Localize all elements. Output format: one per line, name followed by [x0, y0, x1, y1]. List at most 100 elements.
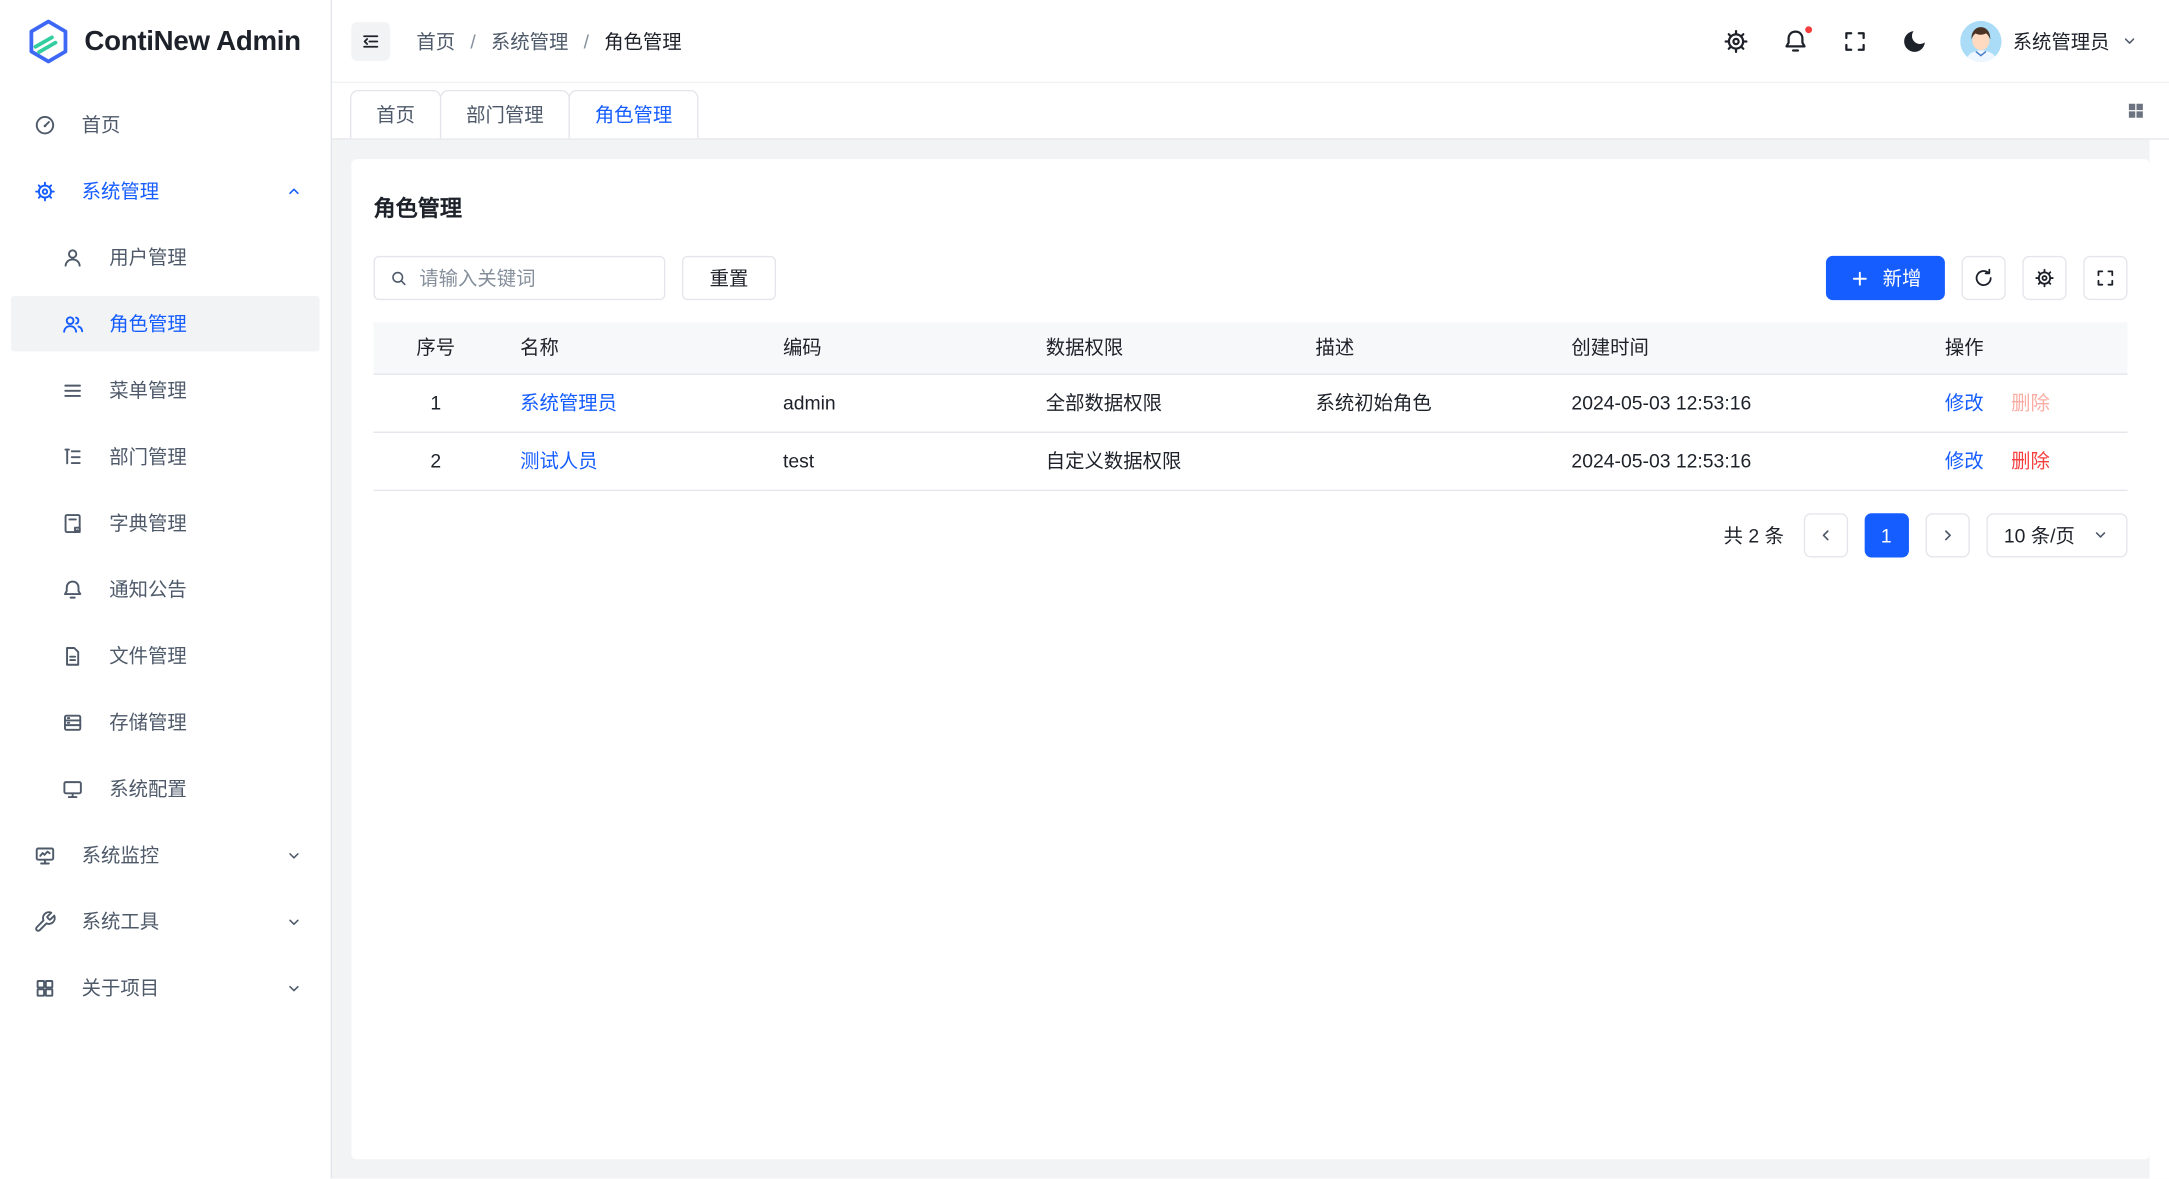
gear-icon	[1722, 27, 1750, 55]
tab-actions-button[interactable]	[2114, 83, 2158, 138]
gear-icon	[2033, 267, 2055, 289]
sidebar-item-label: 首页	[82, 111, 121, 139]
sidebar-item-menu-management[interactable]: 菜单管理	[11, 362, 319, 417]
reset-button[interactable]: 重置	[682, 256, 776, 300]
screen: ContiNew Admin 首页 系统管理 用户管理 角色管理	[0, 0, 2169, 1179]
table-row: 1 系统管理员 admin 全部数据权限 系统初始角色 2024-05-03 1…	[373, 373, 2127, 431]
prev-page-button[interactable]	[1803, 513, 1847, 557]
scrollbar-track[interactable]	[2150, 140, 2169, 1179]
app-window: ContiNew Admin 首页 系统管理 用户管理 角色管理	[0, 0, 2169, 1179]
sidebar-item-role-management[interactable]: 角色管理	[11, 296, 319, 351]
breadcrumb-home[interactable]: 首页	[416, 27, 455, 55]
tab-label: 角色管理	[595, 101, 672, 129]
delete-link-disabled: 删除	[2011, 391, 2050, 413]
chevron-down-icon	[285, 912, 303, 930]
add-button[interactable]: 新增	[1826, 256, 1945, 300]
menu-fold-icon	[360, 30, 382, 52]
breadcrumb: 首页 / 系统管理 / 角色管理	[416, 27, 681, 55]
settings-button[interactable]	[1722, 27, 1750, 55]
sidebar-item-about-project[interactable]: 关于项目	[11, 960, 319, 1015]
tab-dept-management[interactable]: 部门管理	[440, 90, 570, 138]
column-header-index: 序号	[373, 322, 497, 373]
user-icon	[61, 246, 85, 270]
tab-label: 部门管理	[466, 101, 543, 129]
wrench-icon	[33, 910, 57, 934]
breadcrumb-separator: /	[470, 30, 475, 52]
keyword-search	[373, 256, 665, 300]
column-header-actions: 操作	[1923, 322, 2128, 373]
next-page-button[interactable]	[1925, 513, 1969, 557]
edit-link[interactable]: 修改	[1945, 391, 1984, 413]
sidebar-item-user-management[interactable]: 用户管理	[11, 230, 319, 285]
sidebar-item-label: 通知公告	[109, 575, 186, 603]
sidebar-item-home[interactable]: 首页	[11, 97, 319, 152]
grid-icon	[33, 976, 57, 1000]
role-name-link[interactable]: 系统管理员	[520, 391, 617, 413]
tab-role-management[interactable]: 角色管理	[569, 90, 699, 138]
page-size-value: 10 条/页	[2004, 521, 2075, 549]
sidebar-item-label: 存储管理	[109, 708, 186, 736]
chevron-down-icon	[285, 979, 303, 997]
cell-created-at: 2024-05-03 12:53:16	[1549, 432, 1922, 490]
sidebar-collapse-button[interactable]	[351, 21, 390, 60]
sidebar-item-label: 系统工具	[82, 907, 159, 935]
tree-list-icon	[61, 445, 85, 469]
toolbar: 重置 新增	[373, 256, 2127, 300]
page-size-select[interactable]: 10 条/页	[1986, 513, 2128, 557]
chevron-left-icon	[1816, 525, 1835, 544]
breadcrumb-separator: /	[584, 30, 589, 52]
user-menu[interactable]: 系统管理员	[1960, 20, 2138, 61]
sidebar-item-system-monitor[interactable]: 系统监控	[11, 827, 319, 882]
cell-index: 1	[373, 373, 497, 431]
column-header-code: 编码	[761, 322, 1024, 373]
breadcrumb-role-management: 角色管理	[604, 27, 681, 55]
role-management-card: 角色管理 重置 新增	[351, 159, 2149, 1159]
cell-description	[1293, 432, 1549, 490]
table-header-row: 序号 名称 编码 数据权限 描述 创建时间 操作	[373, 322, 2127, 373]
fullscreen-icon	[2094, 267, 2116, 289]
sidebar-item-dict-management[interactable]: 字典管理	[11, 495, 319, 550]
menu-lines-icon	[61, 378, 85, 402]
content-area: 角色管理 重置 新增	[332, 140, 2169, 1179]
dark-mode-toggle[interactable]	[1901, 27, 1929, 55]
sidebar-item-dept-management[interactable]: 部门管理	[11, 429, 319, 484]
cell-index: 2	[373, 432, 497, 490]
sidebar-item-storage-management[interactable]: 存储管理	[11, 694, 319, 749]
notification-dot	[1804, 24, 1814, 34]
main-area: 首页 / 系统管理 / 角色管理	[332, 0, 2169, 1179]
gear-icon	[33, 179, 57, 203]
tab-label: 首页	[376, 101, 415, 129]
sidebar-item-file-management[interactable]: 文件管理	[11, 628, 319, 683]
fullscreen-button[interactable]	[1841, 27, 1869, 55]
cell-code: test	[761, 432, 1024, 490]
page-number-current[interactable]: 1	[1864, 513, 1908, 557]
app-logo[interactable]: ContiNew Admin	[0, 0, 331, 83]
notifications-button[interactable]	[1782, 27, 1810, 55]
roles-table: 序号 名称 编码 数据权限 描述 创建时间 操作 1 系统管理员	[373, 322, 2127, 490]
chevron-down-icon	[2121, 32, 2139, 50]
sidebar-item-notice[interactable]: 通知公告	[11, 562, 319, 617]
cell-code: admin	[761, 373, 1024, 431]
refresh-button[interactable]	[1962, 256, 2006, 300]
pagination: 共 2 条 1 10 条/页	[373, 513, 2127, 557]
sidebar-item-label: 字典管理	[109, 509, 186, 537]
search-input[interactable]	[419, 267, 650, 289]
cell-created-at: 2024-05-03 12:53:16	[1549, 373, 1922, 431]
delete-link[interactable]: 删除	[2011, 450, 2050, 472]
breadcrumb-system-management[interactable]: 系统管理	[491, 27, 568, 55]
users-icon	[61, 312, 85, 336]
sidebar-item-system-tools[interactable]: 系统工具	[11, 894, 319, 949]
app-title: ContiNew Admin	[84, 26, 300, 58]
table-settings-button[interactable]	[2022, 256, 2066, 300]
tab-home[interactable]: 首页	[350, 90, 441, 138]
table-fullscreen-button[interactable]	[2083, 256, 2127, 300]
chevron-up-icon	[285, 182, 303, 200]
column-header-description: 描述	[1293, 322, 1549, 373]
edit-link[interactable]: 修改	[1945, 450, 1984, 472]
book-bookmark-icon	[61, 511, 85, 535]
role-name-link[interactable]: 测试人员	[520, 450, 597, 472]
sidebar-item-system-management[interactable]: 系统管理	[11, 163, 319, 218]
file-icon	[61, 644, 85, 668]
sidebar-item-system-config[interactable]: 系统配置	[11, 761, 319, 816]
chevron-down-icon	[285, 846, 303, 864]
